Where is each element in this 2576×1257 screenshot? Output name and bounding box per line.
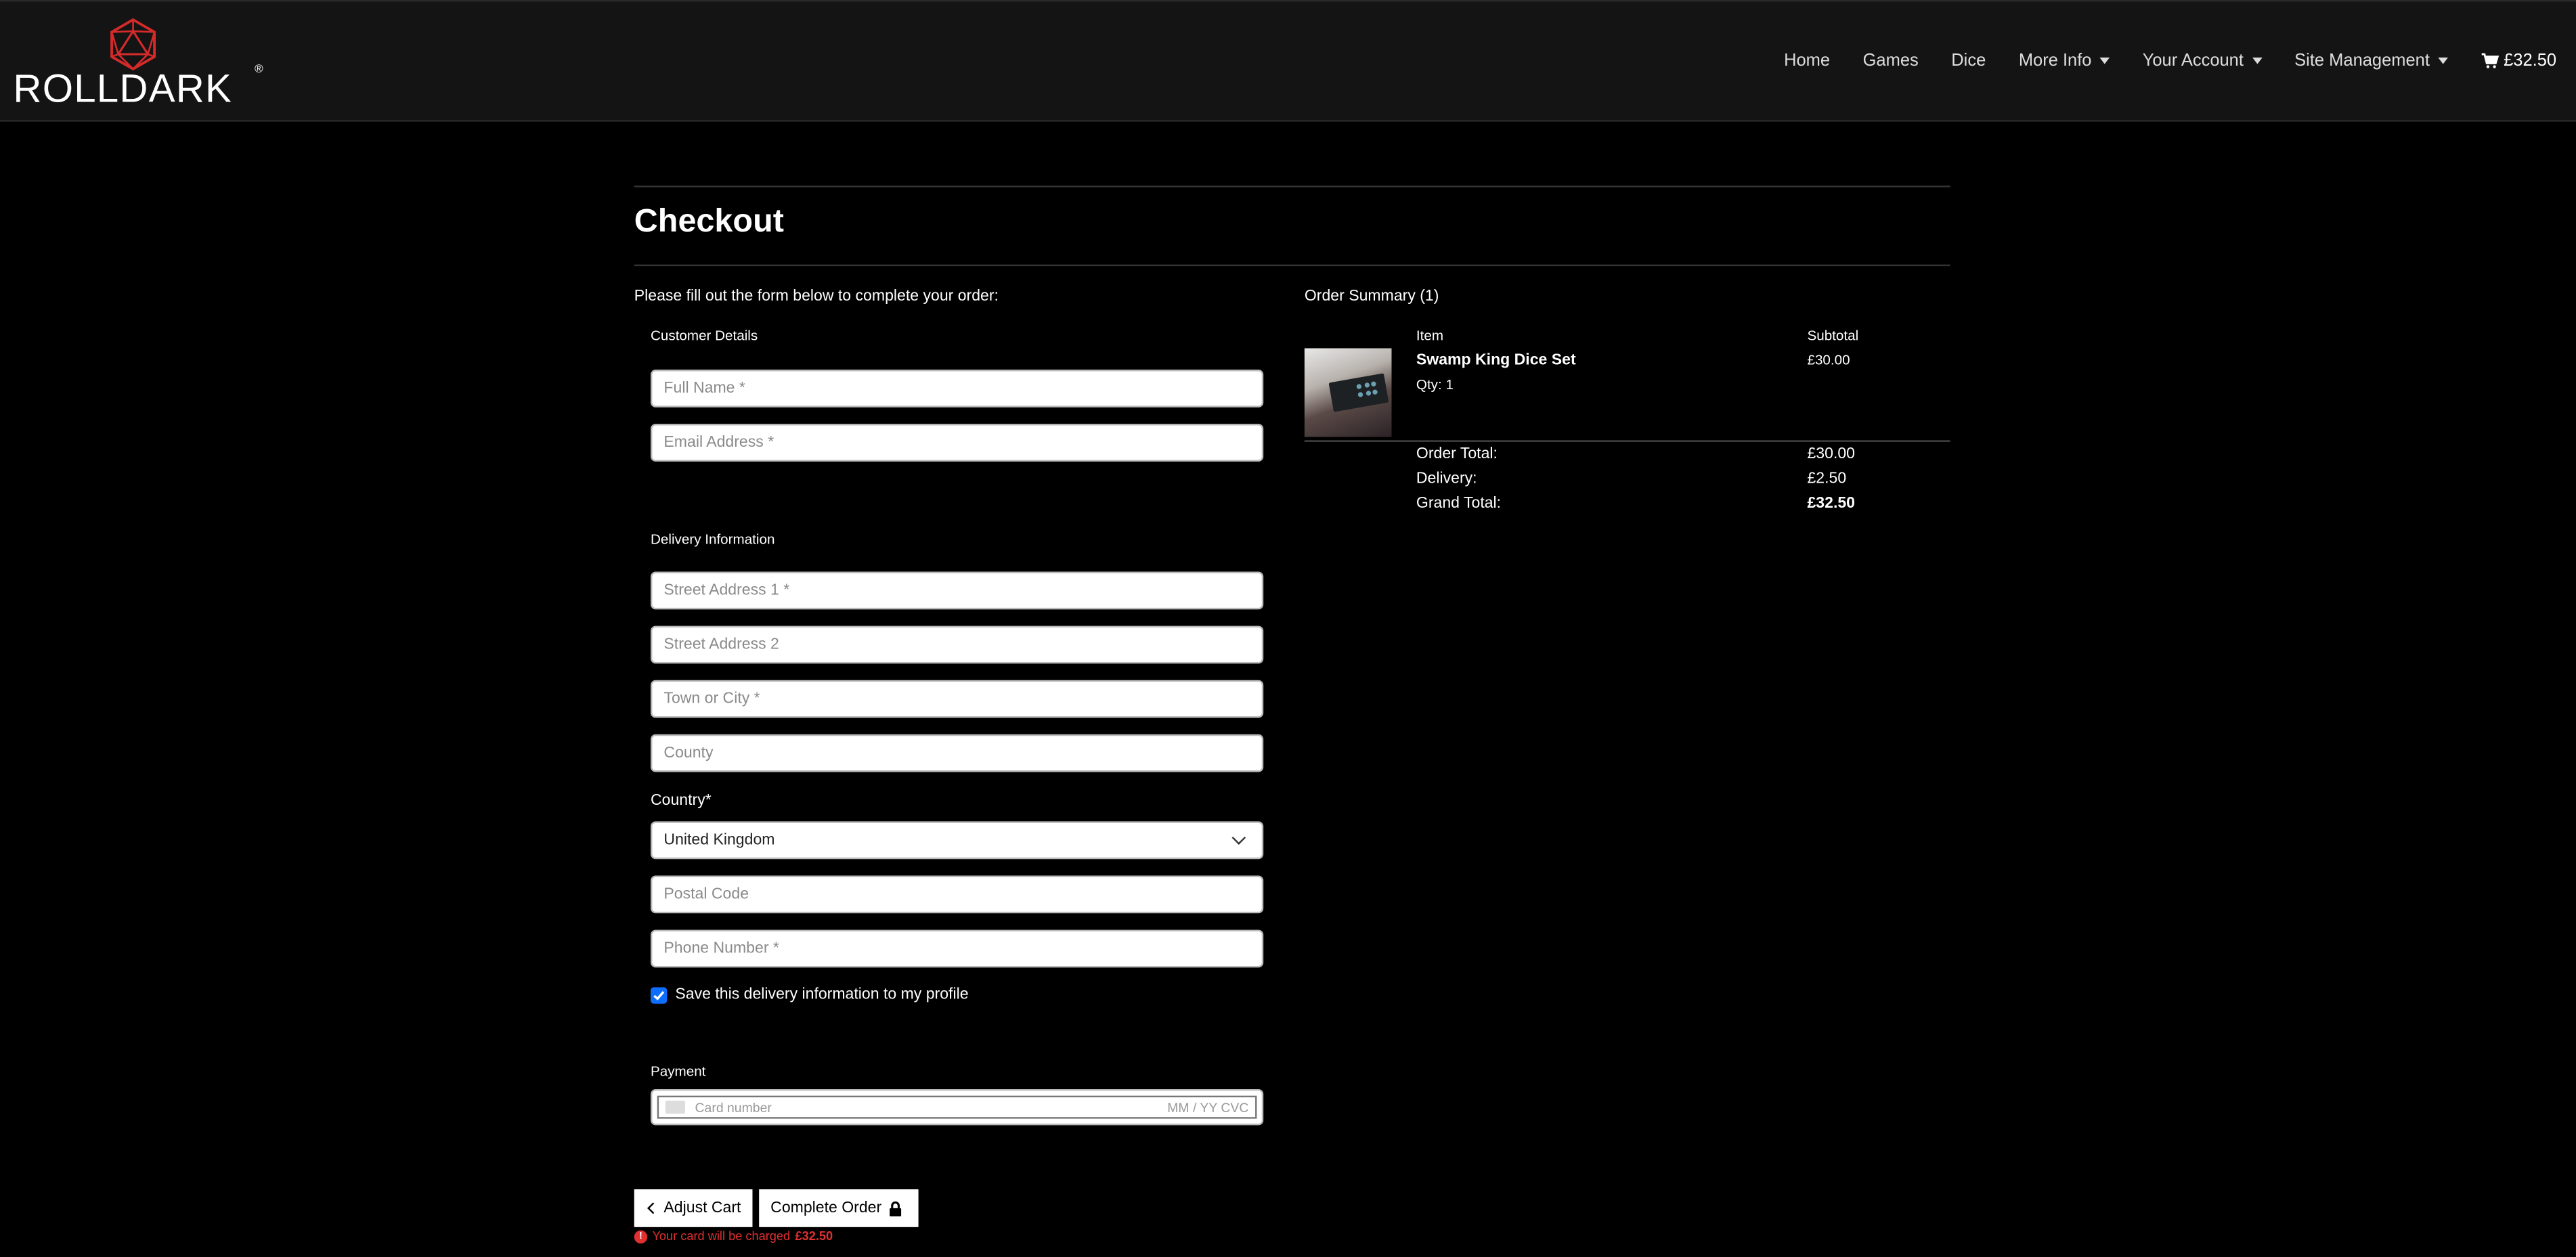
delivery-label: Delivery: [1416,470,1477,488]
chevron-down-icon [1231,831,1246,845]
adjust-cart-label: Adjust Cart [663,1199,741,1218]
item-column-header: Item [1416,326,1444,344]
alert-icon: ! [634,1229,648,1243]
order-total-label: Order Total: [1416,445,1498,464]
card-expiry-cvc-placeholder: MM / YY CVC [1167,1099,1249,1115]
main-nav: Home Games Dice More Info Your Account S… [1768,45,2556,78]
nav-dice[interactable]: Dice [1935,45,2003,78]
charge-amount: £32.50 [795,1229,833,1244]
nav-more-info[interactable]: More Info [2003,45,2126,78]
charge-text: Your card will be charged [652,1229,791,1244]
nav-your-account[interactable]: Your Account [2126,45,2277,78]
cart-total: £32.50 [2504,51,2557,71]
page-title: Checkout [634,203,784,240]
street-address-1-input[interactable] [651,571,1264,610]
delivery-information-label: Delivery Information [651,530,775,548]
county-input[interactable] [651,734,1264,772]
divider [634,185,1950,188]
item-quantity: Qty: 1 [1416,376,1454,393]
complete-order-button[interactable]: Complete Order [759,1189,919,1227]
save-info-row[interactable]: Save this delivery information to my pro… [651,986,969,1004]
chevron-left-icon [647,1202,659,1214]
caret-down-icon [2438,57,2448,64]
nav-dice-label: Dice [1951,51,1986,71]
logo-wordmark: ROLLDARK [13,67,233,112]
country-label: Country* [651,791,712,810]
nav-games[interactable]: Games [1846,45,1935,78]
customer-details-label: Customer Details [651,326,758,344]
order-total-value: £30.00 [1807,445,1856,464]
caret-down-icon [2099,57,2110,64]
town-or-city-input[interactable] [651,680,1264,718]
checkout-page: ROLLDARK ® Home Games Dice More Info You… [0,0,2576,1257]
registered-mark: ® [255,64,263,76]
delivery-value: £2.50 [1807,470,1847,488]
email-input[interactable] [651,424,1264,462]
form-intro: Please fill out the form below to comple… [634,287,999,306]
complete-order-label: Complete Order [770,1199,882,1218]
phone-number-input[interactable] [651,929,1264,968]
product-thumbnail[interactable] [1304,348,1392,437]
country-select[interactable]: United Kingdom [651,821,1264,860]
grand-total-label: Grand Total: [1416,494,1502,513]
charge-notice: ! Your card will be charged £32.50 [634,1229,833,1243]
nav-more-info-label: More Info [2018,51,2092,71]
subtotal-column-header: Subtotal [1807,326,1859,344]
nav-home[interactable]: Home [1768,45,1847,78]
nav-your-account-label: Your Account [2142,51,2244,71]
nav-site-management[interactable]: Site Management [2278,45,2464,78]
nav-home-label: Home [1784,51,1831,71]
site-header: ROLLDARK ® Home Games Dice More Info You… [0,0,2576,122]
checkmark-icon [653,990,665,1000]
cart-icon [2481,53,2499,68]
card-brand-icon [665,1100,685,1114]
divider [634,264,1950,267]
divider [1304,440,1950,442]
card-input-frame[interactable]: Card number MM / YY CVC [657,1095,1257,1119]
save-info-label: Save this delivery information to my pro… [675,986,969,1004]
item-name: Swamp King Dice Set [1416,351,1576,370]
card-element[interactable]: Card number MM / YY CVC [651,1088,1264,1126]
payment-label: Payment [651,1063,706,1080]
nav-site-management-label: Site Management [2294,51,2430,71]
nav-games-label: Games [1862,51,1919,71]
nav-cart[interactable]: £32.50 [2464,45,2556,78]
d20-icon [110,18,156,71]
caret-down-icon [2252,57,2262,64]
grand-total-value: £32.50 [1807,494,1856,513]
full-name-input[interactable] [651,370,1264,407]
card-number-placeholder: Card number [695,1099,772,1115]
country-select-value: United Kingdom [663,831,775,850]
postal-code-input[interactable] [651,875,1264,914]
item-subtotal: £30.00 [1807,351,1850,368]
site-logo[interactable]: ROLLDARK ® [13,18,276,110]
lock-icon [889,1200,901,1216]
street-address-2-input[interactable] [651,625,1264,664]
order-summary-title: Order Summary (1) [1304,287,1439,306]
save-info-checkbox[interactable] [651,986,668,1003]
adjust-cart-button[interactable]: Adjust Cart [634,1189,753,1227]
